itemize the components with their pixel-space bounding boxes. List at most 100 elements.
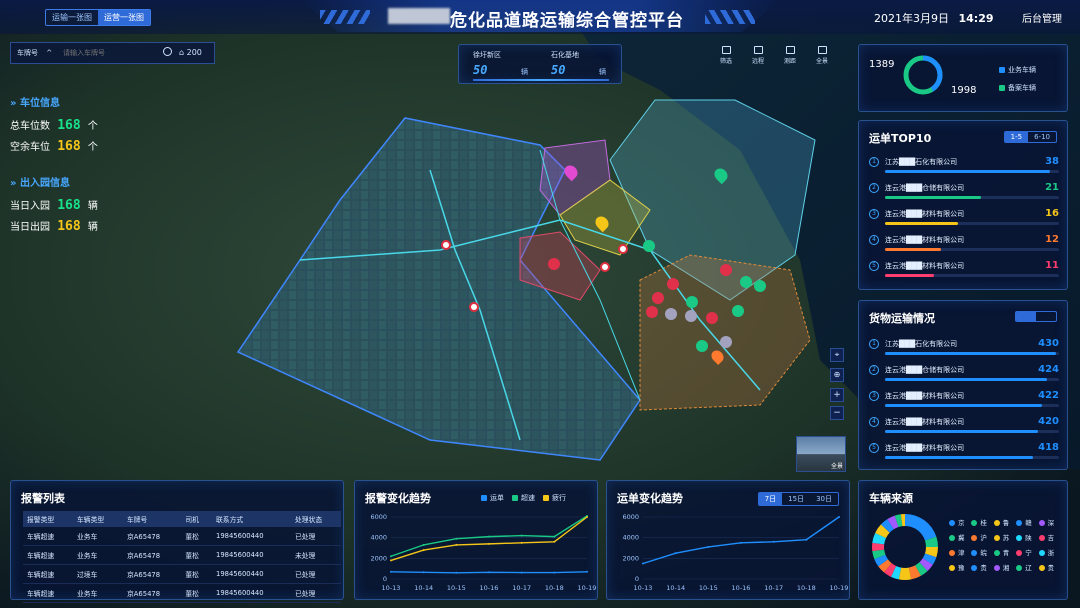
rank-row[interactable]: 2 连云港███仓储有限公司 21 <box>869 182 1059 209</box>
source-legend-item[interactable]: 苏 <box>993 532 1016 542</box>
compass-button[interactable]: ⊕ <box>830 368 844 382</box>
remote-tool[interactable]: 远程 <box>744 46 772 65</box>
source-legend-item[interactable]: 陕 <box>1016 532 1038 542</box>
column-header[interactable]: 车牌号 <box>122 511 182 527</box>
source-legend-dot <box>971 565 978 571</box>
data-point <box>520 571 523 574</box>
source-legend-item[interactable]: 贵 <box>1038 562 1061 572</box>
legend-a-label: 业务车辆 <box>1008 66 1036 74</box>
top10-title: 运单TOP10 <box>869 132 932 145</box>
rank-row[interactable]: 1 江苏███石化有限公司 430 <box>869 338 1059 365</box>
source-legend-item[interactable]: 豫 <box>949 562 971 572</box>
company-name: 连云港███材料有限公司 <box>885 444 965 452</box>
source-legend-label: 贵 <box>980 564 987 572</box>
double-arrow-icon: » <box>10 178 17 189</box>
tab-1-5[interactable]: 1-5 <box>1004 132 1029 142</box>
cargo-tab-b[interactable] <box>1036 312 1056 321</box>
source-legend-item[interactable]: 湘 <box>993 562 1016 572</box>
rank-value: 418 <box>1038 442 1059 453</box>
column-header[interactable]: 报警类型 <box>23 511 73 527</box>
column-header[interactable]: 处理状态 <box>290 511 341 527</box>
table-row[interactable]: 车辆超速 业务车 京A65478 董松 19845600440 已处理 <box>23 527 341 546</box>
source-legend-item[interactable]: 青 <box>993 547 1016 557</box>
source-legend-item[interactable]: 皖 <box>971 547 993 557</box>
filter-tool[interactable]: 筛选 <box>712 46 740 65</box>
source-legend-item[interactable]: 鲁 <box>993 517 1016 527</box>
legend-item[interactable]: 疲行 <box>543 493 566 503</box>
free-spaces-row: 空余车位 168 个 <box>10 138 140 154</box>
zoom-in-button[interactable]: + <box>830 388 844 402</box>
rank-row[interactable]: 3 连云港███材料有限公司 16 <box>869 208 1059 235</box>
legend-item[interactable]: 运单 <box>481 493 504 503</box>
rank-row[interactable]: 4 连云港███材料有限公司 420 <box>869 416 1059 443</box>
measure-tool[interactable]: 测距 <box>776 46 804 65</box>
entries-label: 当日入园 <box>10 201 50 212</box>
tab-6-10[interactable]: 6-10 <box>1028 132 1056 142</box>
rank-row[interactable]: 4 连云港███材料有限公司 12 <box>869 234 1059 261</box>
legend-swatch <box>481 495 487 501</box>
tab-7-days[interactable]: 7日 <box>758 493 783 505</box>
table-cell: 业务车 <box>72 545 123 565</box>
table-row[interactable]: 车辆超速 业务车 京A65478 董松 19845600440 已处理 <box>23 583 341 603</box>
rank-row[interactable]: 1 江苏███石化有限公司 38 <box>869 156 1059 183</box>
data-point <box>422 549 425 552</box>
rank-row[interactable]: 5 连云港███材料有限公司 418 <box>869 442 1059 469</box>
column-header[interactable]: 车辆类型 <box>72 511 123 527</box>
rank-row[interactable]: 3 连云港███材料有限公司 422 <box>869 390 1059 417</box>
data-point <box>553 535 556 538</box>
column-header[interactable]: 司机 <box>181 511 212 527</box>
source-legend-item[interactable]: 沪 <box>971 532 993 542</box>
source-legend-item[interactable]: 贵 <box>971 562 993 572</box>
search-icon[interactable] <box>163 47 172 56</box>
source-legend-item[interactable]: 津 <box>949 547 971 557</box>
source-legend-item[interactable]: 京 <box>949 517 971 527</box>
table-cell: 车辆超速 <box>23 527 73 546</box>
source-legend-item[interactable]: 浙 <box>1038 547 1061 557</box>
cargo-tab-a[interactable] <box>1016 312 1036 321</box>
x-tick-label: 10-18 <box>797 584 816 592</box>
table-cell: 已处理 <box>290 527 341 546</box>
rank-value: 11 <box>1045 260 1059 271</box>
data-point <box>520 534 523 537</box>
source-legend-dot <box>1038 565 1045 571</box>
locate-button[interactable]: ⌖ <box>830 348 844 362</box>
x-tick-label: 10-18 <box>545 584 564 592</box>
entry-title-text: 出入园信息 <box>19 178 70 189</box>
table-row[interactable]: 车辆超速 过境车 京A65478 董松 19845600440 已处理 <box>23 564 341 584</box>
legend-item[interactable]: 超速 <box>512 493 535 503</box>
entry-title: » 出入园信息 <box>10 174 140 189</box>
tab-operation-map[interactable]: 运营一张图 <box>98 10 150 25</box>
tab-15-days[interactable]: 15日 <box>782 493 810 505</box>
admin-link[interactable]: 后台管理 <box>1022 10 1062 25</box>
table-row[interactable]: 车辆超速 业务车 京A65478 董松 19845600440 未处理 <box>23 545 341 565</box>
panorama-thumbnail[interactable]: 全景 <box>796 436 846 472</box>
data-point <box>520 541 523 544</box>
company-name: 连云港███仓储有限公司 <box>885 366 965 374</box>
donut-slice[interactable] <box>905 514 937 541</box>
column-header[interactable]: 联系方式 <box>212 511 291 527</box>
progress-track <box>885 378 1059 381</box>
fullscreen-tool[interactable]: 全景 <box>808 46 836 65</box>
rank-row[interactable]: 2 连云港███仓储有限公司 424 <box>869 364 1059 391</box>
source-legend-item[interactable]: 桂 <box>971 517 993 527</box>
rank-row[interactable]: 5 连云港███材料有限公司 11 <box>869 260 1059 287</box>
source-legend-item[interactable]: 吉 <box>1038 532 1061 542</box>
table-cell: 未处理 <box>290 545 341 565</box>
source-legend-label: 湘 <box>1002 564 1010 572</box>
tab-30-days[interactable]: 30日 <box>810 493 838 505</box>
waybill-trend-chart: 0 2000 4000 6000 10-13 10-14 10-15 10-16 10-17 10… <box>622 513 848 592</box>
rank-value: 422 <box>1038 390 1059 401</box>
tab-transport-map[interactable]: 运输一张图 <box>46 10 98 25</box>
x-tick-label: 10-15 <box>699 584 718 592</box>
search-input[interactable] <box>63 46 159 60</box>
source-legend-item[interactable]: 宁 <box>1016 547 1038 557</box>
header-stripes-right <box>705 10 755 24</box>
source-legend-item[interactable]: 深 <box>1038 517 1061 527</box>
right-value: 1998 <box>951 85 977 96</box>
source-legend-item[interactable]: 赣 <box>1016 517 1038 527</box>
source-legend-item[interactable]: 冀 <box>949 532 971 542</box>
search-field-select[interactable]: 车牌号 ^ <box>17 48 52 58</box>
data-point <box>674 552 677 555</box>
source-legend-item[interactable]: 辽 <box>1016 562 1038 572</box>
zoom-out-button[interactable]: − <box>830 406 844 420</box>
